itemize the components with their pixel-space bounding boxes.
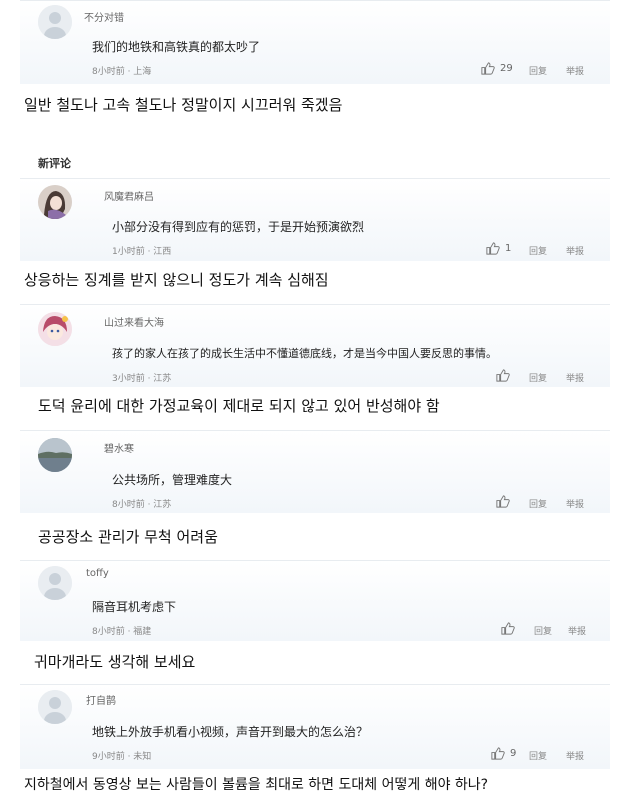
avatar[interactable] [38,5,72,39]
avatar[interactable] [38,566,72,600]
thumbs-up-icon [501,622,515,635]
report-button[interactable]: 举报 [566,64,584,77]
like-button[interactable] [500,621,520,636]
default-avatar-icon [38,5,72,39]
avatar[interactable] [38,312,72,346]
translation-caption: 일반 철도나 고속 철도나 정말이지 시끄러워 죽겠음 [24,96,343,114]
report-button[interactable]: 举报 [566,244,584,257]
avatar[interactable] [38,438,72,472]
translation-caption: 상응하는 징계를 받지 않으니 정도가 계속 심해짐 [24,271,329,289]
translation-caption: 공공장소 관리가 무척 어려움 [38,528,218,546]
thumbs-up-icon [496,369,510,382]
report-button[interactable]: 举报 [566,497,584,510]
comment-meta: 1小时前 · 江西 [112,247,172,257]
like-button[interactable] [495,494,515,509]
translation-caption: 귀마개라도 생각해 보세요 [34,653,196,671]
comment-card: toffy 隔音耳机考虑下 8小时前 · 福建 回复 举报 [20,560,610,641]
username[interactable]: 不分对错 [84,9,124,24]
comment-text: 隔音耳机考虑下 [92,600,177,614]
username[interactable]: toffy [86,568,109,579]
thumbs-up-icon [486,242,500,255]
like-count: 29 [500,63,513,74]
comment-meta: 8小时前 · 福建 [92,627,152,637]
comment-meta: 9小时前 · 未知 [92,752,152,762]
comment-meta: 8小时前 · 上海 [92,67,152,77]
comment-meta: 3小时前 · 江苏 [112,374,172,384]
comment-card: 风魔君麻吕 小部分没有得到应有的惩罚，于是开始预演欲烈 1小时前 · 江西 1 … [20,178,610,261]
like-count: 1 [505,243,512,254]
section-title-new-comments: 新评论 [38,157,71,170]
reply-button[interactable]: 回复 [529,497,547,510]
comment-text: 公共场所，管理难度大 [112,473,233,487]
comment-text: 地铁上外放手机看小视频，声音开到最大的怎么治？ [92,725,369,739]
thumbs-up-icon [491,747,505,760]
comment-card: 打自鹊 地铁上外放手机看小视频，声音开到最大的怎么治？ 9小时前 · 未知 9 … [20,684,610,769]
reply-button[interactable]: 回复 [529,371,547,384]
thumbs-up-icon [481,62,495,75]
reply-button[interactable]: 回复 [529,64,547,77]
anime-avatar-icon [38,312,72,346]
reply-button[interactable]: 回复 [529,244,547,257]
thumbs-up-icon [496,495,510,508]
reply-button[interactable]: 回复 [529,749,547,762]
like-count: 9 [510,748,517,759]
reply-button[interactable]: 回复 [534,624,552,637]
username[interactable]: 风魔君麻吕 [104,188,154,203]
comment-text: 孩了的家人在孩了的成长生活中不懂道德底线，才是当今中国人要反思的事情。 [112,347,497,360]
translation-caption: 지하철에서 동영상 보는 사람들이 볼륨을 최대로 하면 도대체 어떻게 해야 … [24,777,489,793]
anime-avatar-icon [38,185,72,219]
report-button[interactable]: 举报 [566,749,584,762]
landscape-avatar-icon [38,438,72,472]
username[interactable]: 打自鹊 [86,692,116,707]
avatar[interactable] [38,690,72,724]
like-button[interactable]: 9 [490,746,516,761]
comment-text: 我们的地铁和高铁真的都太吵了 [92,40,261,54]
default-avatar-icon [38,566,72,600]
default-avatar-icon [38,690,72,724]
username[interactable]: 山过来看大海 [104,314,164,329]
comment-card: 碧水寒 公共场所，管理难度大 8小时前 · 江苏 回复 举报 [20,430,610,513]
comment-card: 山过来看大海 孩了的家人在孩了的成长生活中不懂道德底线，才是当今中国人要反思的事… [20,304,610,387]
like-button[interactable] [495,368,515,383]
report-button[interactable]: 举报 [568,624,586,637]
translation-caption: 도덕 윤리에 대한 가정교육이 제대로 되지 않고 있어 반성해야 함 [38,397,440,415]
like-button[interactable]: 29 [480,61,513,76]
report-button[interactable]: 举报 [566,371,584,384]
like-button[interactable]: 1 [485,241,511,256]
comment-card: 不分对错 我们的地铁和高铁真的都太吵了 8小时前 · 上海 29 回复 举报 [20,0,610,84]
comment-meta: 8小时前 · 江苏 [112,500,172,510]
comment-text: 小部分没有得到应有的惩罚，于是开始预演欲烈 [112,220,365,234]
username[interactable]: 碧水寒 [104,440,134,455]
avatar[interactable] [38,185,72,219]
